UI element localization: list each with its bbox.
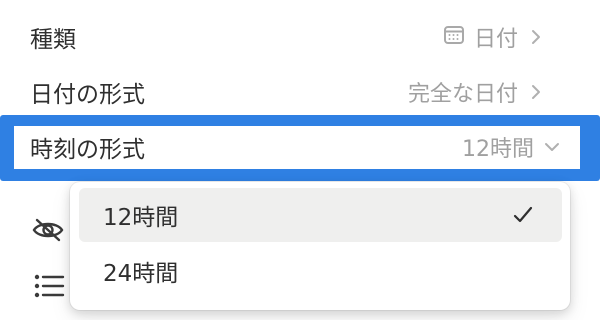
list-icon[interactable] xyxy=(28,266,68,306)
eye-hidden-icon[interactable] xyxy=(28,210,68,250)
time-format-highlight: 時刻の形式 12時間 xyxy=(0,115,600,181)
option-label: 24時間 xyxy=(103,261,179,287)
option-24-hour[interactable]: 24時間 xyxy=(79,244,562,298)
property-menu: 種類 日付 日付の形式 完全な日付 時刻の形式 12時間 12時間 24時間 xyxy=(0,0,600,320)
time-format-row-container: 時刻の形式 12時間 xyxy=(14,126,580,169)
type-value-group: 日付 xyxy=(442,21,546,53)
chevron-right-icon xyxy=(526,82,546,102)
option-label: 12時間 xyxy=(103,205,179,231)
chevron-right-icon xyxy=(526,27,546,47)
time-format-value: 12時間 xyxy=(462,137,534,162)
type-row[interactable]: 種類 日付 xyxy=(30,17,546,57)
time-format-label: 時刻の形式 xyxy=(30,137,145,163)
calendar-icon xyxy=(442,22,466,52)
time-format-dropdown: 12時間 24時間 xyxy=(70,182,570,310)
date-format-value: 完全な日付 xyxy=(407,82,518,107)
option-12-hour[interactable]: 12時間 xyxy=(79,188,562,242)
date-format-label: 日付の形式 xyxy=(30,82,145,108)
time-format-value-group: 12時間 xyxy=(462,131,562,163)
chevron-down-icon xyxy=(542,137,562,157)
type-value: 日付 xyxy=(473,27,518,52)
date-format-row[interactable]: 日付の形式 完全な日付 xyxy=(30,72,546,112)
checkmark-icon xyxy=(512,204,534,226)
date-format-value-group: 完全な日付 xyxy=(408,76,546,108)
type-label: 種類 xyxy=(30,27,76,53)
time-format-row[interactable]: 時刻の形式 12時間 xyxy=(30,127,562,167)
